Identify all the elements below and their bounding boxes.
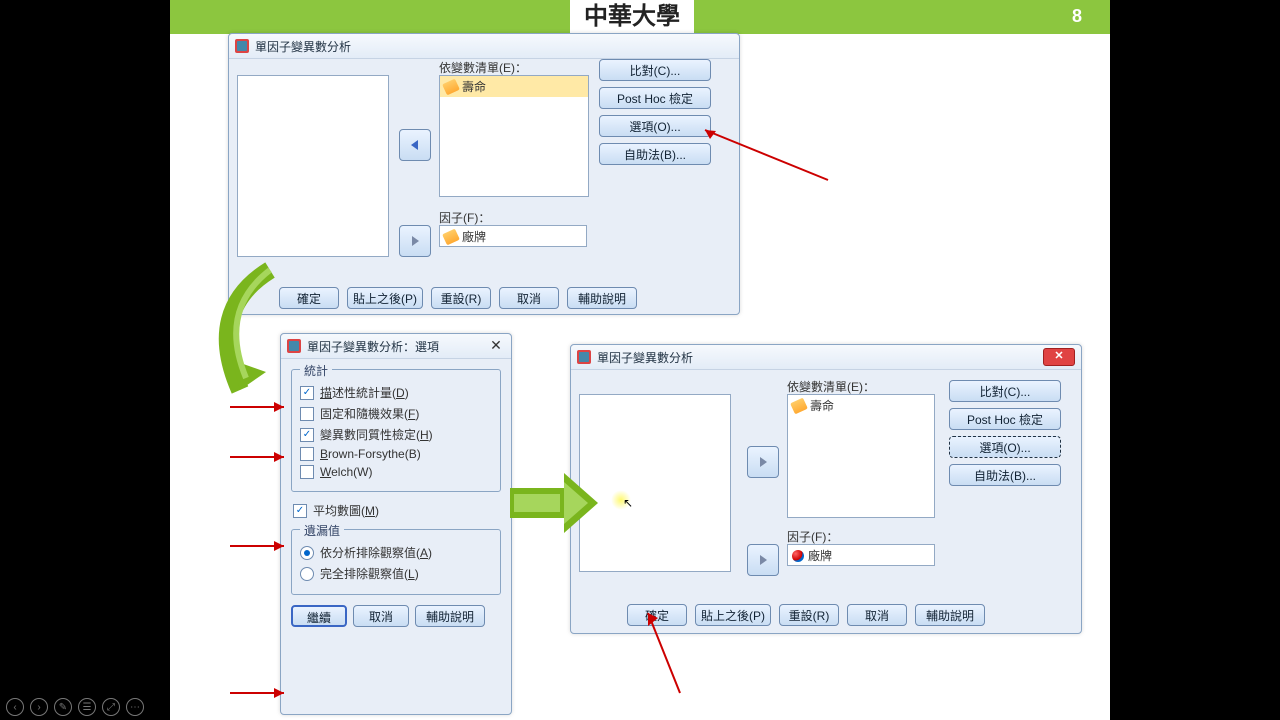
move-to-factor-button[interactable] [747, 544, 779, 576]
missing-values-group: 遺漏值 依分析排除觀察值(A) 完全排除觀察值(L) [291, 529, 501, 595]
presenter-toolbar: ‹ › ✎ ☰ ⤢ ⋯ [6, 698, 144, 716]
options-button[interactable]: 選項(O)... [949, 436, 1061, 458]
scale-icon [442, 78, 460, 95]
options-button[interactable]: 選項(O)... [599, 115, 711, 137]
dialog2-title: 單因子變異數分析 [597, 349, 693, 366]
more-button[interactable]: ⋯ [126, 698, 144, 716]
scale-icon [790, 397, 808, 414]
app-icon [287, 339, 301, 353]
statistics-group: 統計 ✓描述性統計量(D) 固定和隨機效果(F) ✓變異數同質性檢定(H) Br… [291, 369, 501, 492]
brown-forsythe-checkbox[interactable]: Brown-Forsythe(B) [300, 447, 492, 461]
factor-label: 因子(F)： [787, 528, 838, 545]
anova-dialog-2: 單因子變異數分析 ✕ ↖ 依變數清單(E)： 壽命 因子(F)： 廠牌 比對(C… [570, 344, 1082, 634]
scale-icon [442, 228, 460, 245]
dependent-variable-list[interactable]: 壽命 [787, 394, 935, 518]
next-slide-button[interactable]: › [30, 698, 48, 716]
source-variable-list[interactable] [237, 75, 389, 257]
cancel-button[interactable]: 取消 [847, 604, 907, 626]
fixed-random-checkbox[interactable]: 固定和隨機效果(F) [300, 405, 492, 422]
posthoc-button[interactable]: Post Hoc 檢定(H)... [949, 408, 1061, 430]
missing-group-label: 遺漏值 [300, 522, 344, 539]
dependent-item[interactable]: 壽命 [792, 397, 930, 414]
reset-button[interactable]: 重設(R) [779, 604, 839, 626]
ok-button[interactable]: 確定 [279, 287, 339, 309]
menu-button[interactable]: ☰ [78, 698, 96, 716]
paste-button[interactable]: 貼上之後(P) [695, 604, 771, 626]
dependent-list-label: 依變數清單(E)： [787, 378, 875, 395]
dependent-variable-list[interactable]: 壽命 [439, 75, 589, 197]
anova-options-dialog: 單因子變異數分析：選項 ✕ 統計 ✓描述性統計量(D) 固定和隨機效果(F) ✓… [280, 333, 512, 715]
statistics-group-label: 統計 [300, 362, 332, 379]
bootstrap-button[interactable]: 自助法(B)... [599, 143, 711, 165]
welch-checkbox[interactable]: Welch(W) [300, 465, 492, 479]
contrast-button[interactable]: 比對(C)... [599, 59, 711, 81]
zoom-button[interactable]: ⤢ [102, 698, 120, 716]
cancel-button[interactable]: 取消 [499, 287, 559, 309]
app-icon [577, 350, 591, 364]
posthoc-button[interactable]: Post Hoc 檢定(H)... [599, 87, 711, 109]
descriptive-checkbox[interactable]: ✓描述性統計量(D) [300, 384, 492, 401]
prev-slide-button[interactable]: ‹ [6, 698, 24, 716]
paste-button[interactable]: 貼上之後(P) [347, 287, 423, 309]
slide-number: 8 [1072, 6, 1082, 27]
cursor-icon: ↖ [623, 496, 633, 510]
ok-button[interactable]: 確定 [627, 604, 687, 626]
arrow-left-icon [408, 138, 422, 152]
arrow-right-icon [756, 455, 770, 469]
close-button[interactable]: ✕ [1043, 348, 1075, 366]
means-plot-checkbox[interactable]: ✓平均數圖(M) [293, 502, 501, 519]
arrow-right-icon [408, 234, 422, 248]
bootstrap-button[interactable]: 自助法(B)... [949, 464, 1061, 486]
help-button[interactable]: 輔助說明 [567, 287, 637, 309]
app-icon [235, 39, 249, 53]
dependent-item[interactable]: 壽命 [440, 76, 588, 97]
pen-button[interactable]: ✎ [54, 698, 72, 716]
exclude-analysis-radio[interactable]: 依分析排除觀察值(A) [300, 544, 492, 561]
dependent-list-label: 依變數清單(E)： [439, 59, 527, 76]
options-dialog-title: 單因子變異數分析：選項 [307, 338, 439, 355]
dialog-title: 單因子變異數分析 [255, 38, 351, 55]
arrow-right-icon [756, 553, 770, 567]
move-to-factor-button[interactable] [399, 225, 431, 257]
options-help-button[interactable]: 輔助說明 [415, 605, 485, 627]
close-button[interactable]: ✕ [487, 338, 505, 354]
homogeneity-checkbox[interactable]: ✓變異數同質性檢定(H) [300, 426, 492, 443]
contrast-button[interactable]: 比對(C)... [949, 380, 1061, 402]
nominal-icon [792, 550, 804, 562]
continue-button[interactable]: 繼續 [291, 605, 347, 627]
help-button[interactable]: 輔助說明 [915, 604, 985, 626]
move-to-dependent-button[interactable] [747, 446, 779, 478]
source-variable-list[interactable] [579, 394, 731, 572]
reset-button[interactable]: 重設(R) [431, 287, 491, 309]
move-to-dependent-button[interactable] [399, 129, 431, 161]
options-cancel-button[interactable]: 取消 [353, 605, 409, 627]
factor-field[interactable]: 廠牌 [787, 544, 935, 566]
factor-label: 因子(F)： [439, 209, 490, 226]
exclude-listwise-radio[interactable]: 完全排除觀察值(L) [300, 565, 492, 582]
anova-dialog-1: 單因子變異數分析 依變數清單(E)： 壽命 因子(F)： 廠牌 [228, 33, 740, 315]
university-label: 中華大學 [570, 0, 694, 34]
factor-field[interactable]: 廠牌 [439, 225, 587, 247]
